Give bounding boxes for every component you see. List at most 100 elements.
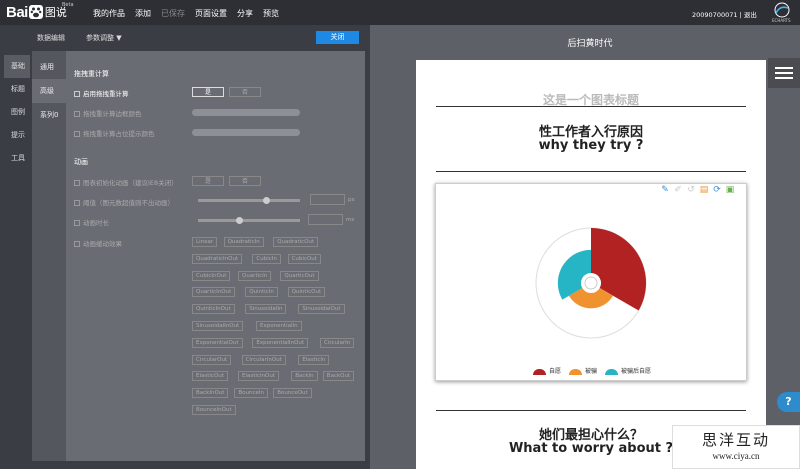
section-drag-recalc: 拖拽重计算 [74,70,109,78]
nav-general[interactable]: 通用 [32,55,66,79]
duration-input[interactable] [308,214,343,225]
anim-yes-button[interactable]: 是 [192,176,224,186]
menu-icon[interactable] [768,58,800,88]
duration-checkbox[interactable] [74,220,80,226]
nav-tooltip[interactable]: 提示 [4,124,30,147]
menu-share[interactable]: 分享 [237,8,253,19]
nav-basic[interactable]: 基础 [4,55,30,78]
easing-option[interactable]: BackInOut [192,388,229,399]
baidu-tushuo-logo[interactable]: Bai 图说 Beta [6,2,74,21]
anim-no-button[interactable]: 否 [229,176,261,186]
drag-border-color-picker[interactable] [192,109,300,116]
echarts-logo-icon[interactable] [772,2,792,18]
easing-option[interactable]: BounceIn [234,388,269,399]
drag-fill-color-picker[interactable] [192,129,300,136]
logo-bai-text: Bai [6,3,28,21]
easing-option[interactable]: CubicIn [252,253,281,264]
row-init-anim: 图表初始化动画（建议IE8关闭） [74,177,178,187]
threshold-checkbox[interactable] [74,200,80,206]
nav-advanced[interactable]: 高级 [32,79,66,103]
easing-option[interactable]: QuadraticInOut [192,253,243,264]
nav-legend[interactable]: 图例 [4,101,30,124]
easing-option[interactable]: QuadraticIn [223,237,264,247]
section-heading-en[interactable]: why they try ? [416,138,766,153]
tab-param-adjust[interactable]: 参数调整 ▼ [86,33,122,43]
easing-option[interactable]: QuarticInOut [192,287,236,298]
chart-toolbox: ✎ ✐ ↺ ▤ ⟳ ▣ [660,185,735,195]
save-image-icon[interactable]: ▣ [725,185,735,195]
section-animation: 动画 [74,158,88,166]
easing-option[interactable]: QuinticIn [245,287,278,298]
menu-page-settings[interactable]: 页面设置 [195,8,227,19]
nav-title[interactable]: 标题 [4,78,30,101]
easing-option[interactable]: ElasticIn [298,354,330,365]
easing-option[interactable]: CircularOut [192,354,232,365]
easing-option[interactable]: SinusoidalOut [298,304,345,315]
easing-option[interactable]: QuinticOut [287,287,326,298]
menu-my-works[interactable]: 我的作品 [93,8,125,19]
easing-option[interactable]: QuinticInOut [192,304,235,315]
easing-option[interactable]: CircularInOut [241,354,286,365]
menu-preview[interactable]: 预览 [263,8,279,19]
nav-series0[interactable]: 系列0 [32,103,66,127]
duration-slider[interactable] [198,219,300,222]
nav-tools[interactable]: 工具 [4,147,30,170]
easing-option[interactable]: ExponentialIn [256,321,302,331]
easing-option[interactable]: ElasticOut [192,371,228,382]
row-duration: 动画时长 [74,217,109,227]
logout-link[interactable]: 退出 [744,11,757,19]
threshold-slider-knob[interactable] [263,197,270,204]
drag-border-checkbox[interactable] [74,111,80,117]
legend-item-1[interactable]: 被骗 [569,366,597,375]
threshold-slider[interactable] [198,199,300,202]
drag-fill-checkbox[interactable] [74,131,80,137]
divider-2 [436,171,746,172]
restore-icon[interactable]: ⟳ [712,185,722,195]
easing-option[interactable]: CubicOut [287,253,321,264]
easing-option[interactable]: CircularIn [320,337,355,348]
help-button[interactable]: ? [777,392,800,412]
easing-option[interactable]: QuarticOut [280,270,319,281]
data-view-icon[interactable]: ▤ [699,185,709,195]
rose-center [584,276,598,290]
duration-unit: ms [346,217,355,223]
watermark-brand: 思洋互动 [701,431,770,449]
easing-option[interactable]: BounceInOut [192,405,236,415]
editor-subbar: 数据编辑 参数调整 ▼ [0,25,370,47]
easing-option[interactable]: SinusoidalInOut [192,321,244,331]
init-anim-checkbox[interactable] [74,180,80,186]
easing-label: 动画缓动效果 [83,240,122,248]
easing-option[interactable]: Linear [192,237,218,247]
row-threshold: 阈值（图元数超值则不出动画） [74,197,174,207]
chart-title-placeholder[interactable]: 这是一个图表标题 [416,91,766,108]
row-drag-border: 拖拽重计算边框颜色 [74,108,142,118]
easing-option[interactable]: BackIn [291,371,318,382]
easing-option[interactable]: QuarticIn [238,270,272,281]
menu-saved: 已保存 [161,9,185,18]
preview-title: 后扫黄时代 [567,39,613,49]
user-sep: | [739,11,742,19]
easing-option[interactable]: BackOut [322,371,355,382]
close-button[interactable]: 关闭 [316,31,359,44]
easing-option[interactable]: ExponentialOut [192,337,243,348]
pen-icon[interactable]: ✐ [673,185,683,195]
tab-data-edit[interactable]: 数据编辑 [37,33,65,43]
easing-option[interactable]: ElasticInOut [238,371,280,382]
drag-yes-button[interactable]: 是 [192,87,224,97]
legend-item-0[interactable]: 自愿 [533,366,561,375]
easing-option[interactable]: BounceOut [273,388,312,399]
easing-checkbox[interactable] [74,241,80,247]
easing-option[interactable]: QuadraticOut [273,237,319,247]
easing-option[interactable]: ExponentialInOut [252,337,308,348]
duration-slider-knob[interactable] [236,217,243,224]
drag-no-button[interactable]: 否 [229,87,261,97]
edit-icon[interactable]: ✎ [660,185,670,195]
beta-badge: Beta [62,2,74,8]
menu-add[interactable]: 添加 [135,8,151,19]
threshold-input[interactable] [310,194,345,205]
easing-option[interactable]: CubicInOut [192,270,231,281]
legend-item-2[interactable]: 被骗后自愿 [605,366,651,375]
enable-drag-checkbox[interactable] [74,91,80,97]
easing-option[interactable]: SinusoidalIn [245,304,287,315]
refresh-disabled-icon[interactable]: ↺ [686,185,696,195]
